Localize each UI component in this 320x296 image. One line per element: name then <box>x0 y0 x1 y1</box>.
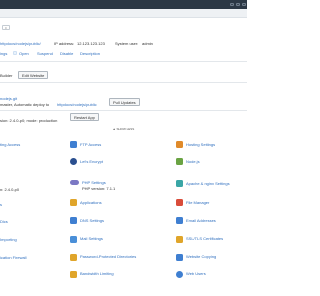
left-tool-7[interactable]: Importing <box>0 237 17 242</box>
php-version-text: PHP version: 7.1.1 <box>82 186 116 191</box>
restart-app-button[interactable]: Restart App <box>70 113 99 121</box>
bandwidth-limiting-link[interactable]: Bandwidth Limiting <box>80 271 114 276</box>
system-user-label: System user: <box>115 41 139 46</box>
node-version-text: sion: 2.4.0-p0; mode: production <box>0 118 58 123</box>
mail-icon <box>70 236 77 243</box>
mail-settings-link[interactable]: Mail Settings <box>80 236 103 241</box>
nodejs-link[interactable]: Node.js <box>186 159 200 164</box>
email-icon <box>176 217 183 224</box>
password-protected-directories-link[interactable]: Password-Protected Directories <box>80 254 136 259</box>
divider <box>0 61 247 62</box>
git-deploy-path-link[interactable]: httpdocs/nodejs/public <box>57 102 97 107</box>
collapse-button[interactable]: • <box>2 25 10 30</box>
open-icon <box>13 51 17 55</box>
lets-encrypt-link[interactable]: Let's Encrypt <box>80 159 103 164</box>
apache-nginx-icon <box>176 180 183 187</box>
nodejs-icon <box>176 158 183 165</box>
top-toolbar <box>0 0 247 9</box>
domain-url-link[interactable]: httpdocs/nodejs/public/ <box>0 41 41 46</box>
dns-icon <box>70 217 77 224</box>
maximize-icon[interactable] <box>236 3 240 6</box>
ip-label: IP address: <box>54 41 75 46</box>
ssl-tls-certificates-link[interactable]: SSL/TLS Certificates <box>186 236 223 241</box>
dns-settings-link[interactable]: DNS Settings <box>80 218 104 223</box>
bandwidth-icon <box>70 271 77 278</box>
left-tool-5[interactable]: s <box>0 202 2 207</box>
php-settings-link[interactable]: PHP Settings <box>82 180 106 185</box>
file-manager-link[interactable]: File Manager <box>186 200 209 205</box>
lets-encrypt-icon <box>70 158 77 165</box>
sub-toolbar <box>0 9 247 18</box>
show-less-toggle[interactable]: ▲ SHOW LESS <box>0 127 247 131</box>
builder-label: Builder <box>0 73 13 78</box>
apache-nginx-settings-link[interactable]: Apache & nginx Settings <box>186 181 230 186</box>
lock-folder-icon <box>70 254 77 261</box>
email-addresses-link[interactable]: Email Addresses <box>186 218 216 223</box>
hosting-icon <box>176 141 183 148</box>
system-user-value: admin <box>142 41 153 46</box>
pull-updates-button[interactable]: Pull Updates <box>109 98 140 106</box>
divider <box>0 110 247 111</box>
file-manager-icon <box>176 199 183 206</box>
left-tool-1[interactable]: ting Access <box>0 142 20 147</box>
divider <box>0 82 247 83</box>
settings-link[interactable]: ings <box>0 51 7 56</box>
minimize-icon[interactable] <box>230 3 234 6</box>
applications-icon <box>70 199 77 206</box>
php-icon <box>70 180 79 185</box>
left-tool-8[interactable]: ication Firewall <box>0 255 26 260</box>
web-users-icon <box>176 271 183 278</box>
open-link[interactable]: Open <box>19 51 29 56</box>
hosting-settings-link[interactable]: Hosting Settings <box>186 142 215 147</box>
website-copying-link[interactable]: Website Copying <box>186 254 216 259</box>
edit-website-button[interactable]: Edit Website <box>18 71 49 79</box>
left-tool-3-sub: n: 2.4.0-p0 <box>0 187 20 192</box>
web-users-link[interactable]: Web Users <box>186 271 206 276</box>
git-deploy-text: master, Automatic deploy to <box>0 102 50 107</box>
ip-value: 12.123.123.123 <box>77 41 105 46</box>
description-link[interactable]: Description <box>80 51 100 56</box>
disable-link[interactable]: Disable <box>60 51 73 56</box>
ssl-icon <box>176 236 183 243</box>
applications-link[interactable]: Applications <box>80 200 102 205</box>
ftp-access-link[interactable]: FTP Access <box>80 142 101 147</box>
suspend-link[interactable]: Suspend <box>37 51 53 56</box>
git-repo-link[interactable]: nodejs.git <box>0 96 17 101</box>
close-icon[interactable] <box>242 3 246 6</box>
ftp-icon <box>70 141 77 148</box>
left-tool-6[interactable]: Dics <box>0 219 8 224</box>
copy-icon <box>176 254 183 261</box>
